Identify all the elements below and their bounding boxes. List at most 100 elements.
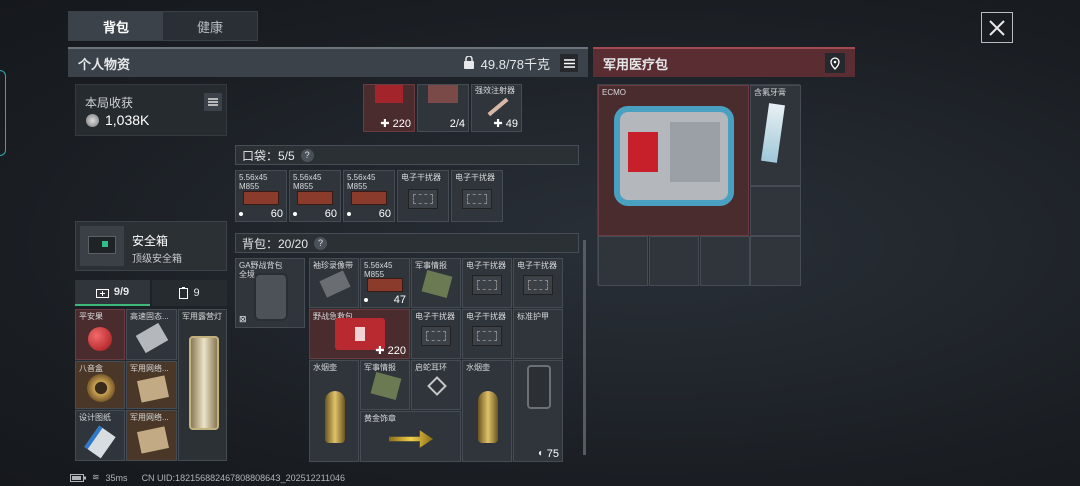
top-tabs: 背包 健康: [68, 11, 258, 41]
safe-grid: 平安果 高速固态... 军用露营灯 八音盒 军用网络... 设计图纸 军用网络.…: [75, 309, 227, 461]
device-icon: [137, 426, 169, 454]
item-toothpaste[interactable]: 含氟牙膏: [750, 85, 801, 186]
item-count: 75: [546, 448, 559, 460]
location-pin-button[interactable]: [825, 53, 845, 73]
item-count: ✚ 220: [375, 345, 406, 357]
bp-hookah-1[interactable]: 水烟壶: [309, 360, 359, 462]
pocket-jammer-2[interactable]: 电子干扰器: [451, 170, 503, 222]
safe-tab-1[interactable]: 9/9: [75, 280, 150, 306]
bp-armor-plate[interactable]: 标准护甲: [513, 309, 563, 359]
coin-icon: [86, 114, 99, 127]
list-view-button[interactable]: [560, 54, 578, 72]
bp-field-medkit[interactable]: 野战急救包 ✚ 220: [309, 309, 410, 359]
edge-accent: [0, 70, 6, 156]
item-highspeed[interactable]: 高速固态...: [126, 309, 177, 360]
item-label: 电子干扰器: [455, 173, 495, 182]
close-icon: [989, 19, 1005, 36]
ammo-dot: [347, 212, 351, 216]
scrollbar[interactable]: [583, 240, 586, 455]
bp-intel-2[interactable]: 军事情报: [360, 360, 410, 410]
pocket-ammo-2[interactable]: 5.56x45 M855 60: [289, 170, 341, 222]
bp-armor-vest[interactable]: ◐ 75: [513, 360, 563, 462]
item-count: ✚ 49: [493, 118, 518, 130]
tab-backpack[interactable]: 背包: [69, 12, 163, 40]
bagua-icon: [87, 374, 115, 402]
ammo-icon: [297, 191, 333, 205]
pocket-help-icon[interactable]: ?: [300, 148, 314, 162]
pocket-label: 口袋：5/5: [242, 148, 295, 163]
round-earnings-panel: 本局收获 1,038K: [75, 84, 227, 136]
jammer-icon: [408, 188, 438, 209]
item-camp-lamp[interactable]: 军用露营灯: [178, 309, 227, 461]
medkit-icon: [375, 85, 403, 103]
bp-jammer-2[interactable]: 电子干扰器: [513, 258, 563, 308]
uid-text: CN UID:18215688246780880864З_20251221104…: [141, 472, 346, 483]
item-bag-top[interactable]: 2/4: [417, 84, 469, 132]
item-label: 军用露营灯: [182, 312, 222, 321]
pocket-ammo-1[interactable]: 5.56x45 M855 60: [235, 170, 287, 222]
bp-gold-ornament[interactable]: 黄金饰章: [360, 411, 461, 462]
ammo-icon: [351, 191, 387, 205]
pocket-ammo-3[interactable]: 5.56x45 M855 60: [343, 170, 395, 222]
item-ecmo[interactable]: ECMO: [598, 85, 749, 236]
item-bagua[interactable]: 八音盒: [75, 361, 125, 409]
empty-slot-1[interactable]: [750, 186, 801, 236]
close-button[interactable]: [981, 12, 1013, 43]
item-apple[interactable]: 平安果: [75, 309, 125, 360]
bp-earring[interactable]: 启蛇耳环: [411, 360, 461, 410]
ecmo-icon: [614, 106, 734, 206]
item-label: 含氟牙膏: [754, 88, 786, 97]
item-label: 高速固态...: [130, 312, 169, 321]
item-count: 60: [324, 208, 337, 220]
empty-slot-2[interactable]: [598, 236, 648, 286]
jammer-icon: [462, 188, 492, 209]
safe-box-subtitle: 顶级安全箱: [132, 254, 182, 265]
jammer-icon: [472, 326, 502, 347]
bp-jammer-1[interactable]: 电子干扰器: [462, 258, 512, 308]
item-design[interactable]: 设计图纸: [75, 410, 125, 461]
shield-icon: ◐: [538, 448, 545, 459]
hookah-icon: [478, 391, 498, 443]
empty-slot-5[interactable]: [750, 236, 801, 286]
item-network[interactable]: 军用网络...: [126, 361, 177, 409]
empty-slot-4[interactable]: [700, 236, 750, 286]
bp-jammer-4[interactable]: 电子干扰器: [462, 309, 512, 359]
intel-icon: [370, 372, 402, 400]
tab-health[interactable]: 健康: [163, 12, 257, 40]
item-label: 电子干扰器: [415, 312, 455, 321]
earnings-list-button[interactable]: [204, 93, 222, 111]
armor-icon: [527, 365, 551, 409]
safe-box-row[interactable]: 安全箱 顶级安全箱: [75, 221, 227, 271]
item-syringe-top[interactable]: 强效注射器 ✚ 49: [471, 84, 522, 132]
medical-kit-header: 军用医疗包: [593, 47, 855, 77]
bp-jammer-3[interactable]: 电子干扰器: [411, 309, 461, 359]
personal-supplies-title: 个人物资: [78, 56, 131, 72]
empty-slot-3[interactable]: [649, 236, 699, 286]
battery-icon: [70, 473, 86, 482]
personal-supplies-header: 个人物资 49.8/78千克: [68, 47, 588, 77]
item-network-2[interactable]: 军用网络...: [126, 410, 177, 461]
round-earnings-label: 本局收获: [85, 96, 134, 110]
equipped-backpack[interactable]: GA野战背包 全境... ⊠: [235, 258, 305, 328]
weight-icon: [463, 56, 474, 69]
bp-hookah-2[interactable]: 水烟壶: [462, 360, 512, 462]
pocket-bar: 口袋：5/5 ?: [235, 145, 579, 165]
backpack-help-icon[interactable]: ?: [314, 236, 328, 250]
pocket-jammer-1[interactable]: 电子干扰器: [397, 170, 449, 222]
pocket-grid: 5.56x45 M855 60 5.56x45 M855 60 5.56x45 M8…: [235, 170, 505, 222]
pouch-icon: [428, 85, 458, 103]
item-label: 军用网络...: [130, 364, 169, 373]
bp-intel-1[interactable]: 军事情报: [411, 258, 461, 308]
safe-tab-2[interactable]: 9: [152, 280, 227, 306]
item-medkit-top[interactable]: ✚ 220: [363, 84, 415, 132]
ammo-icon: [243, 191, 279, 205]
bp-recorder[interactable]: 袖珍录像带: [309, 258, 359, 308]
item-label: 5.56x45 M855: [364, 261, 393, 279]
syringe-icon: [487, 97, 509, 117]
item-label: 启蛇耳环: [415, 363, 447, 372]
device-icon: [135, 322, 169, 354]
bp-ammo[interactable]: 5.56x45 M855 47: [360, 258, 410, 308]
ammo-icon: [367, 277, 403, 292]
item-label: 军事情报: [415, 261, 447, 270]
jammer-icon: [523, 275, 553, 296]
